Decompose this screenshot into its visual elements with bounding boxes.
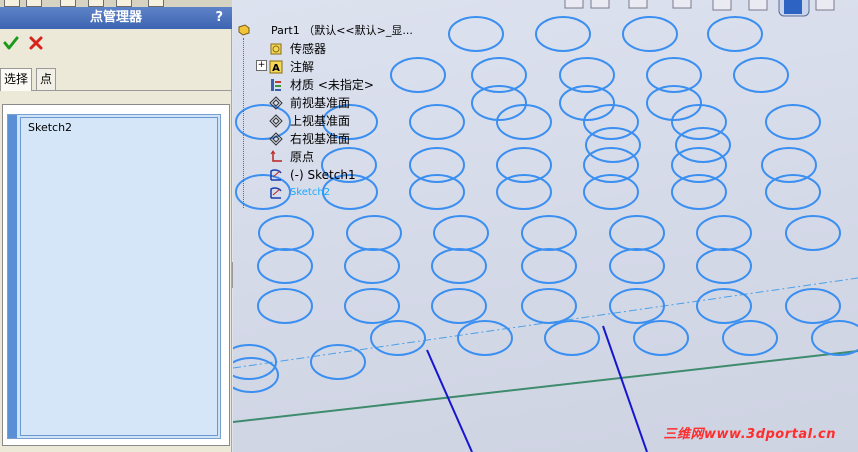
tree-root-label: Part1 （默认<<默认>_显...	[271, 24, 413, 37]
plane-icon	[269, 96, 283, 110]
point-property-manager: 点管理器 ? 选择 点 Sketch2	[0, 0, 232, 452]
display-manager-tab-icon[interactable]	[116, 0, 132, 7]
sketch-line	[602, 325, 648, 452]
sketch-circle	[609, 215, 665, 251]
sketch-circle	[346, 215, 402, 251]
sketch-line	[426, 349, 473, 452]
sketch-circle	[431, 288, 487, 324]
help-button[interactable]: ?	[215, 7, 223, 29]
plane-icon	[269, 132, 283, 146]
watermark: 三维网www.3dportal.cn	[663, 427, 836, 442]
sketch-circle	[671, 147, 727, 183]
sketch-circle	[671, 174, 727, 210]
sketch-icon	[270, 169, 282, 181]
sketch-icon	[270, 187, 282, 199]
tree-item-label: 传感器	[290, 42, 327, 56]
selection-list[interactable]: Sketch2	[7, 114, 221, 439]
tree-item-label: 注解	[290, 60, 315, 74]
sketch-circle	[496, 174, 552, 210]
model-edge-line	[233, 350, 858, 423]
sketch-circle	[765, 174, 821, 210]
material-icon	[271, 79, 281, 91]
edit-appearance-icon[interactable]	[712, 0, 732, 11]
selection-list-accent	[8, 115, 17, 438]
view-orientation-icon[interactable]	[564, 0, 584, 9]
tab-point[interactable]: 点	[36, 68, 57, 90]
sketch-circle	[258, 215, 314, 251]
sketch-circle	[257, 248, 313, 284]
sketch-circle	[696, 248, 752, 284]
sketch-circle	[707, 16, 763, 52]
tree-item-label: 前视基准面	[290, 96, 351, 110]
expand-toggle-icon[interactable]: +	[256, 60, 267, 71]
sketch-circle	[521, 215, 577, 251]
sketch-circle	[585, 127, 641, 163]
sketch-circle	[457, 320, 513, 356]
wireframe-icon[interactable]	[748, 0, 768, 11]
graphics-viewport[interactable]: Part1 （默认<<默认>_显... + 传感器 A 注解材质 <未指定> 前视基准…	[233, 0, 858, 452]
plane-icon	[269, 114, 283, 128]
panel-title: 点管理器	[0, 7, 232, 29]
tree-item-label: 材质 <未指定>	[290, 78, 374, 92]
sketch-circle	[344, 248, 400, 284]
property-manager-tab-icon[interactable]	[26, 0, 42, 7]
panel-tabs: 选择 点	[0, 68, 232, 91]
sketch-circle	[344, 288, 400, 324]
sketch-circle	[722, 320, 778, 356]
appearance-tab-icon[interactable]	[148, 0, 164, 7]
part-icon	[238, 24, 250, 36]
sketch-circle	[583, 174, 639, 210]
sketch-circle	[609, 288, 665, 324]
svg-text:A: A	[272, 63, 280, 74]
sketch-circle	[811, 320, 858, 356]
sketch-circle	[233, 357, 279, 393]
sketch-circle	[609, 248, 665, 284]
configuration-manager-tab-icon[interactable]	[60, 0, 76, 7]
sketch-circle	[521, 248, 577, 284]
sketch-circle	[257, 288, 313, 324]
display-style-icon[interactable]	[815, 0, 835, 11]
tree-item-label: 右视基准面	[290, 132, 351, 146]
sketch-circle	[544, 320, 600, 356]
tree-item-label: 原点	[290, 150, 315, 164]
sketch-circle	[785, 215, 841, 251]
sketch-circle	[310, 344, 366, 380]
sketch-circle	[433, 215, 489, 251]
section-view-icon[interactable]	[590, 0, 610, 9]
sensor-icon	[270, 43, 282, 55]
tree-guide-line	[243, 38, 244, 208]
origin-icon	[270, 150, 282, 162]
checkmark-icon[interactable]	[3, 35, 19, 51]
dimxpert-tab-icon[interactable]	[88, 0, 104, 7]
selection-list-body[interactable]: Sketch2	[20, 117, 218, 436]
x-icon[interactable]	[28, 35, 44, 51]
sketch-circle	[431, 248, 487, 284]
tree-item-label: Sketch2	[290, 187, 331, 198]
view-toolbar	[564, 0, 835, 17]
sketch-circle	[633, 320, 689, 356]
sketch-circle	[370, 320, 426, 356]
sketch-circle	[733, 57, 789, 93]
annotation-icon: A	[269, 60, 283, 74]
shaded-cube-icon	[784, 0, 802, 14]
sketch-circle	[696, 215, 752, 251]
sketch-circle	[622, 16, 678, 52]
sketch-circle	[785, 288, 841, 324]
feature-manager-tab-icon[interactable]	[4, 0, 20, 7]
sketch-circle	[496, 147, 552, 183]
hide-show-icon[interactable]	[672, 0, 692, 9]
sketch-circle	[535, 16, 591, 52]
tree-item-label: 上视基准面	[290, 114, 351, 128]
view-settings-icon[interactable]	[628, 0, 648, 9]
feature-manager-tree: Part1 （默认<<默认>_显... + 传感器 A 注解材质 <未指定> 前视基准…	[237, 20, 497, 210]
tab-select[interactable]: 选择	[0, 68, 33, 91]
sketch-circle	[583, 147, 639, 183]
selection-list-frame: Sketch2	[2, 104, 230, 446]
sketch-circle	[696, 288, 752, 324]
tree-item-label: (-) Sketch1	[290, 168, 356, 182]
sketch-circle	[765, 104, 821, 140]
sketch-circle	[521, 288, 577, 324]
list-item[interactable]: Sketch2	[28, 121, 72, 134]
